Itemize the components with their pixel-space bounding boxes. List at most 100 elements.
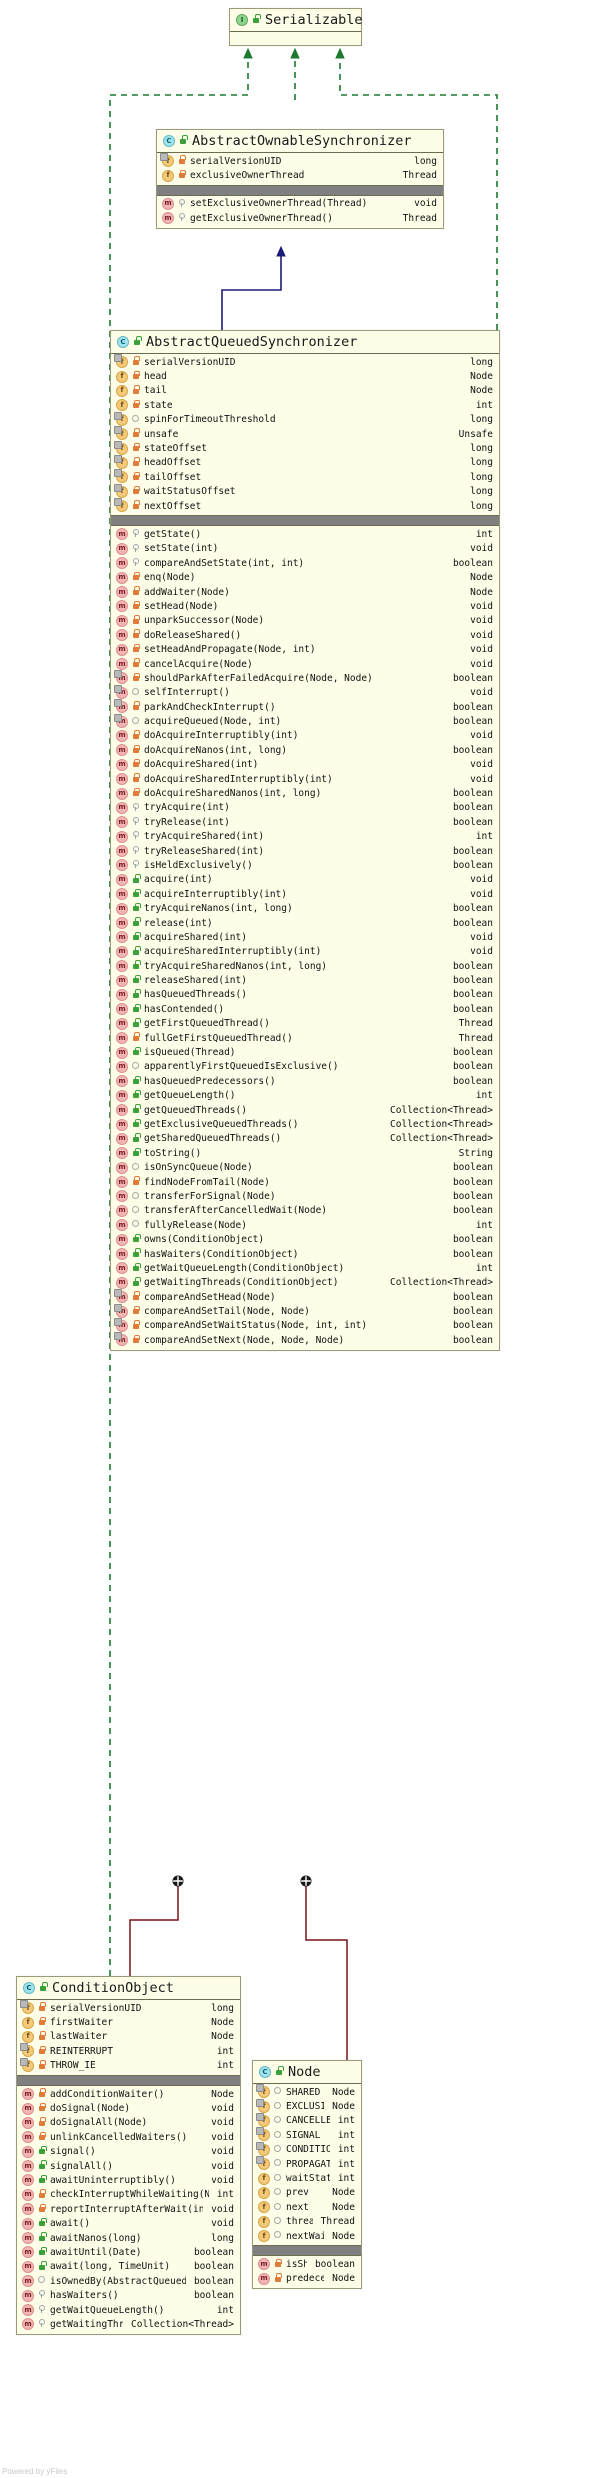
method-row[interactable]: m owns(ConditionObject) boolean [111, 1232, 499, 1246]
field-row[interactable]: f tailOffset long [111, 469, 499, 484]
method-row[interactable]: m tryAcquireNanos(int, long) boolean [111, 901, 499, 915]
method-row[interactable]: m doSignal(Node) void [17, 2101, 240, 2115]
method-row[interactable]: m acquireInterruptibly(int) void [111, 887, 499, 901]
class-box-abstract-queued-synchronizer[interactable]: C AbstractQueuedSynchronizer f serialVers… [110, 330, 500, 1351]
method-row[interactable]: m getFirstQueuedThread() Thread [111, 1017, 499, 1031]
method-row[interactable]: m getWaitQueueLength(ConditionObject) int [111, 1261, 499, 1275]
method-row[interactable]: m acquire(int) void [111, 873, 499, 887]
field-row[interactable]: f CANCELLED int [253, 2112, 361, 2128]
field-row[interactable]: f spinForTimeoutThreshold long [111, 411, 499, 427]
method-row[interactable]: m doAcquireShared(int) void [111, 758, 499, 772]
method-row[interactable]: m acquireQueued(Node, int) boolean [111, 713, 499, 728]
field-row[interactable]: f state int [111, 398, 499, 412]
method-row[interactable]: m getState() int [111, 527, 499, 541]
field-row[interactable]: f CONDITION int [253, 2141, 361, 2157]
method-row[interactable]: m hasContended() boolean [111, 1002, 499, 1016]
method-row[interactable]: m getWaitQueueLength() int [17, 2303, 240, 2317]
method-row[interactable]: m await() void [17, 2216, 240, 2230]
method-row[interactable]: m tryRelease(int) boolean [111, 815, 499, 829]
method-row[interactable]: m hasQueuedThreads() boolean [111, 988, 499, 1002]
field-row[interactable]: f nextWaiter Node [253, 2229, 361, 2243]
field-row[interactable]: f serialVersionUID long [111, 354, 499, 369]
method-row[interactable]: m predecessor() Node [253, 2272, 361, 2286]
field-row[interactable]: f EXCLUSIVE Node [253, 2098, 361, 2113]
method-row[interactable]: m awaitUntil(Date) boolean [17, 2245, 240, 2259]
field-row[interactable]: f serialVersionUID long [17, 2000, 240, 2015]
method-row[interactable]: m unlinkCancelledWaiters() void [17, 2130, 240, 2144]
method-row[interactable]: m getQueueLength() int [111, 1089, 499, 1103]
method-row[interactable]: m awaitNanos(long) long [17, 2231, 240, 2245]
method-row[interactable]: m signalAll() void [17, 2159, 240, 2173]
method-row[interactable]: m fullGetFirstQueuedThread() Thread [111, 1031, 499, 1045]
method-row[interactable]: m hasWaiters(ConditionObject) boolean [111, 1247, 499, 1261]
method-row[interactable]: m acquireSharedInterruptibly(int) void [111, 945, 499, 959]
method-row[interactable]: m isQueued(Thread) boolean [111, 1045, 499, 1059]
method-row[interactable]: m enq(Node) Node [111, 570, 499, 584]
field-row[interactable]: f waitStatusOffset long [111, 483, 499, 499]
method-row[interactable]: m doAcquireSharedInterruptibly(int) void [111, 772, 499, 786]
method-row[interactable]: m addConditionWaiter() Node [17, 2087, 240, 2101]
field-row[interactable]: f head Node [111, 369, 499, 383]
method-row[interactable]: m transferAfterCancelledWait(Node) boolean [111, 1204, 499, 1218]
method-row[interactable]: m doAcquireNanos(int, long) boolean [111, 743, 499, 757]
method-row[interactable]: m checkInterruptWhileWaiting(Node) int [17, 2188, 240, 2202]
method-row[interactable]: m selfInterrupt() void [111, 684, 499, 700]
method-row[interactable]: m await(long, TimeUnit) boolean [17, 2260, 240, 2274]
method-row[interactable]: m cancelAcquire(Node) void [111, 657, 499, 671]
method-row[interactable]: m setHeadAndPropagate(Node, int) void [111, 642, 499, 656]
method-row[interactable]: m getExclusiveQueuedThreads() Collection<T… [111, 1117, 499, 1131]
method-row[interactable]: m parkAndCheckInterrupt() boolean [111, 699, 499, 714]
field-row[interactable]: f serialVersionUID long [157, 153, 443, 168]
method-row[interactable]: m getWaitingThreads() Collection<Thread> [17, 2317, 240, 2331]
method-row[interactable]: m setState(int) void [111, 542, 499, 556]
method-row[interactable]: m shouldParkAfterFailedAcquire(Node, Node… [111, 670, 499, 685]
method-row[interactable]: m awaitUninterruptibly() void [17, 2173, 240, 2187]
field-row[interactable]: f firstWaiter Node [17, 2015, 240, 2029]
field-row[interactable]: f REINTERRUPT int [17, 2043, 240, 2058]
method-row[interactable]: m compareAndSetNext(Node, Node, Node) bool… [111, 1332, 499, 1347]
method-row[interactable]: m getQueuedThreads() Collection<Thread> [111, 1103, 499, 1117]
field-row[interactable]: f next Node [253, 2200, 361, 2214]
method-row[interactable]: m reportInterruptAfterWait(int) void [17, 2202, 240, 2216]
method-row[interactable]: m compareAndSetWaitStatus(Node, int, int)… [111, 1317, 499, 1333]
method-row[interactable]: m setHead(Node) void [111, 599, 499, 613]
field-row[interactable]: f thread Thread [253, 2215, 361, 2229]
method-row[interactable]: m releaseShared(int) boolean [111, 973, 499, 987]
method-row[interactable]: m toString() String [111, 1146, 499, 1160]
field-row[interactable]: f headOffset long [111, 454, 499, 470]
method-row[interactable]: m fullyRelease(Node) int [111, 1218, 499, 1232]
class-box-node[interactable]: C Node f SHARED Node f EXCLUSIVE Node f CANCELL… [252, 2060, 362, 2290]
class-box-serializable[interactable]: I Serializable [229, 8, 363, 46]
field-row[interactable]: f unsafe Unsafe [111, 426, 499, 441]
method-row[interactable]: m findNodeFromTail(Node) boolean [111, 1175, 499, 1189]
method-row[interactable]: m apparentlyFirstQueuedIsExclusive() boole… [111, 1060, 499, 1074]
method-row[interactable]: m signal() void [17, 2145, 240, 2159]
method-row[interactable]: m isShared() boolean [253, 2257, 361, 2271]
method-row[interactable]: m isOwnedBy(AbstractQueuedSynchronizer) bo… [17, 2274, 240, 2288]
field-row[interactable]: f SHARED Node [253, 2084, 361, 2099]
field-row[interactable]: f stateOffset long [111, 440, 499, 455]
field-row[interactable]: f tail Node [111, 384, 499, 398]
field-row[interactable]: f PROPAGATE int [253, 2156, 361, 2171]
method-row[interactable]: m unparkSuccessor(Node) void [111, 614, 499, 628]
class-box-condition-object[interactable]: C ConditionObject f serialVersionUID long f… [16, 1976, 241, 2335]
method-row[interactable]: m compareAndSetHead(Node) boolean [111, 1289, 499, 1304]
method-row[interactable]: m getExclusiveOwnerThread() Thread [157, 211, 443, 225]
method-row[interactable]: m compareAndSetTail(Node, Node) boolean [111, 1303, 499, 1318]
method-row[interactable]: m tryReleaseShared(int) boolean [111, 844, 499, 858]
method-row[interactable]: m addWaiter(Node) Node [111, 585, 499, 599]
method-row[interactable]: m doAcquireSharedNanos(int, long) boolean [111, 786, 499, 800]
method-row[interactable]: m tryAcquireSharedNanos(int, long) boolean [111, 959, 499, 973]
method-row[interactable]: m compareAndSetState(int, int) boolean [111, 556, 499, 570]
field-row[interactable]: f prev Node [253, 2186, 361, 2200]
method-row[interactable]: m getSharedQueuedThreads() Collection<Thre… [111, 1132, 499, 1146]
method-row[interactable]: m acquireShared(int) void [111, 930, 499, 944]
method-row[interactable]: m setExclusiveOwnerThread(Thread) void [157, 197, 443, 211]
field-row[interactable]: f waitStatus int [253, 2171, 361, 2185]
method-row[interactable]: m transferForSignal(Node) boolean [111, 1189, 499, 1203]
method-row[interactable]: m isHeldExclusively() boolean [111, 858, 499, 872]
field-row[interactable]: f THROW_IE int [17, 2057, 240, 2073]
method-row[interactable]: m doSignalAll(Node) void [17, 2116, 240, 2130]
field-row[interactable]: f SIGNAL int [253, 2127, 361, 2142]
field-row[interactable]: f nextOffset long [111, 498, 499, 513]
